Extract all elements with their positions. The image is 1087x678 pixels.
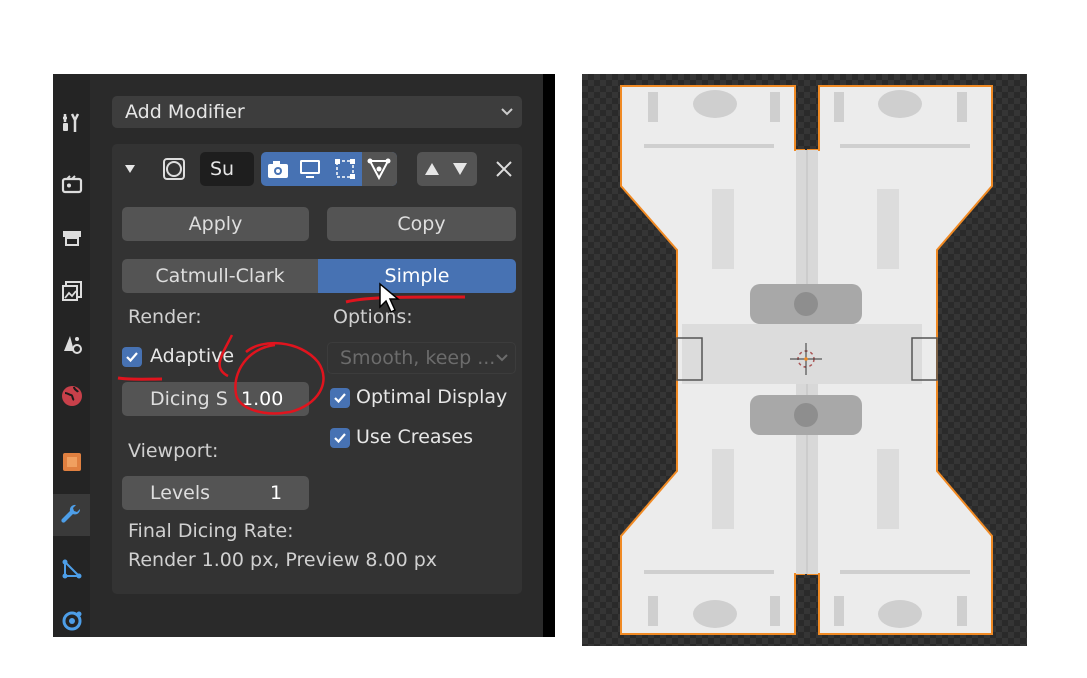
modifier-name-field[interactable]: Su: [200, 152, 254, 186]
tab-scene[interactable]: [53, 324, 90, 366]
optimal-display-checkbox[interactable]: [330, 388, 350, 408]
viewport-canvas: [582, 74, 1027, 646]
smooth-uv-select[interactable]: Smooth, keep ...: [327, 342, 516, 374]
move-down-icon[interactable]: [452, 162, 468, 176]
tab-tool[interactable]: [53, 102, 90, 144]
tab-world[interactable]: [53, 375, 90, 417]
dicing-scale-label: Dicing S: [150, 388, 228, 410]
subdivision-modifier-icon: [163, 158, 185, 180]
dicing-scale-field[interactable]: Dicing S 1.00: [122, 382, 309, 416]
chevron-down-icon: [501, 108, 513, 116]
modifier-box: Su Apply Copy Catmull-Clark Simple Rende…: [112, 144, 522, 594]
modifier-wrench-icon: [60, 504, 80, 523]
physics-icon: [62, 611, 81, 631]
copy-button[interactable]: Copy: [327, 207, 516, 241]
camera-render-icon[interactable]: [266, 157, 290, 181]
output-icon: [62, 231, 81, 246]
collapse-triangle-icon[interactable]: [124, 163, 136, 175]
viewport-3d[interactable]: [582, 74, 1027, 646]
add-modifier-dropdown[interactable]: Add Modifier: [112, 96, 522, 128]
tab-output[interactable]: [53, 217, 90, 259]
edit-mode-icon[interactable]: [333, 157, 357, 181]
final-dicing-value: Render 1.00 px, Preview 8.00 px: [128, 549, 438, 571]
apply-button[interactable]: Apply: [122, 207, 309, 241]
modifier-properties: Add Modifier Su Apply Copy Catmull-Clark…: [90, 74, 543, 637]
smooth-uv-value: Smooth, keep ...: [340, 347, 496, 369]
tool-icon: [62, 113, 79, 132]
checkmark-icon: [334, 433, 346, 444]
particles-icon: [62, 559, 81, 579]
options-section-label: Options:: [333, 306, 413, 328]
panel-border: [543, 74, 555, 637]
simple-option[interactable]: Simple: [318, 259, 516, 293]
tab-view-layer[interactable]: [53, 270, 90, 312]
tab-modifiers[interactable]: [53, 494, 90, 536]
add-modifier-label: Add Modifier: [125, 101, 245, 123]
tab-render[interactable]: [53, 164, 90, 206]
catmull-clark-option[interactable]: Catmull-Clark: [122, 259, 318, 293]
move-up-icon[interactable]: [424, 162, 440, 176]
object-icon: [62, 453, 81, 471]
view-layer-icon: [61, 281, 82, 301]
properties-tab-strip: [53, 74, 90, 637]
move-buttons: [417, 152, 477, 186]
viewport-section-label: Viewport:: [128, 440, 219, 462]
levels-label: Levels: [150, 482, 211, 504]
tab-object[interactable]: [53, 441, 90, 483]
checkmark-icon: [126, 352, 138, 363]
dicing-scale-value: 1.00: [241, 388, 284, 410]
tab-physics[interactable]: [53, 600, 90, 642]
adaptive-checkbox[interactable]: [122, 347, 142, 367]
checkmark-icon: [334, 393, 346, 404]
render-section-label: Render:: [128, 306, 202, 328]
viewport-levels-field[interactable]: Levels 1: [122, 476, 309, 510]
render-icon: [61, 175, 82, 194]
optimal-display-label: Optimal Display: [356, 386, 508, 408]
world-icon: [61, 386, 82, 406]
visibility-toggle-group: [261, 152, 397, 186]
levels-value: 1: [270, 482, 283, 504]
use-creases-checkbox[interactable]: [330, 428, 350, 448]
adaptive-label: Adaptive: [150, 345, 235, 367]
modifier-name: Su: [210, 158, 235, 180]
final-dicing-label: Final Dicing Rate:: [128, 520, 294, 542]
close-icon[interactable]: [494, 159, 514, 179]
properties-editor: Add Modifier Su Apply Copy Catmull-Clark…: [53, 74, 555, 637]
scene-icon: [63, 336, 82, 354]
on-cage-icon[interactable]: [367, 157, 391, 181]
tab-particles[interactable]: [53, 548, 90, 590]
monitor-viewport-icon[interactable]: [298, 157, 322, 181]
use-creases-label: Use Creases: [356, 426, 474, 448]
chevron-down-icon: [496, 354, 508, 362]
